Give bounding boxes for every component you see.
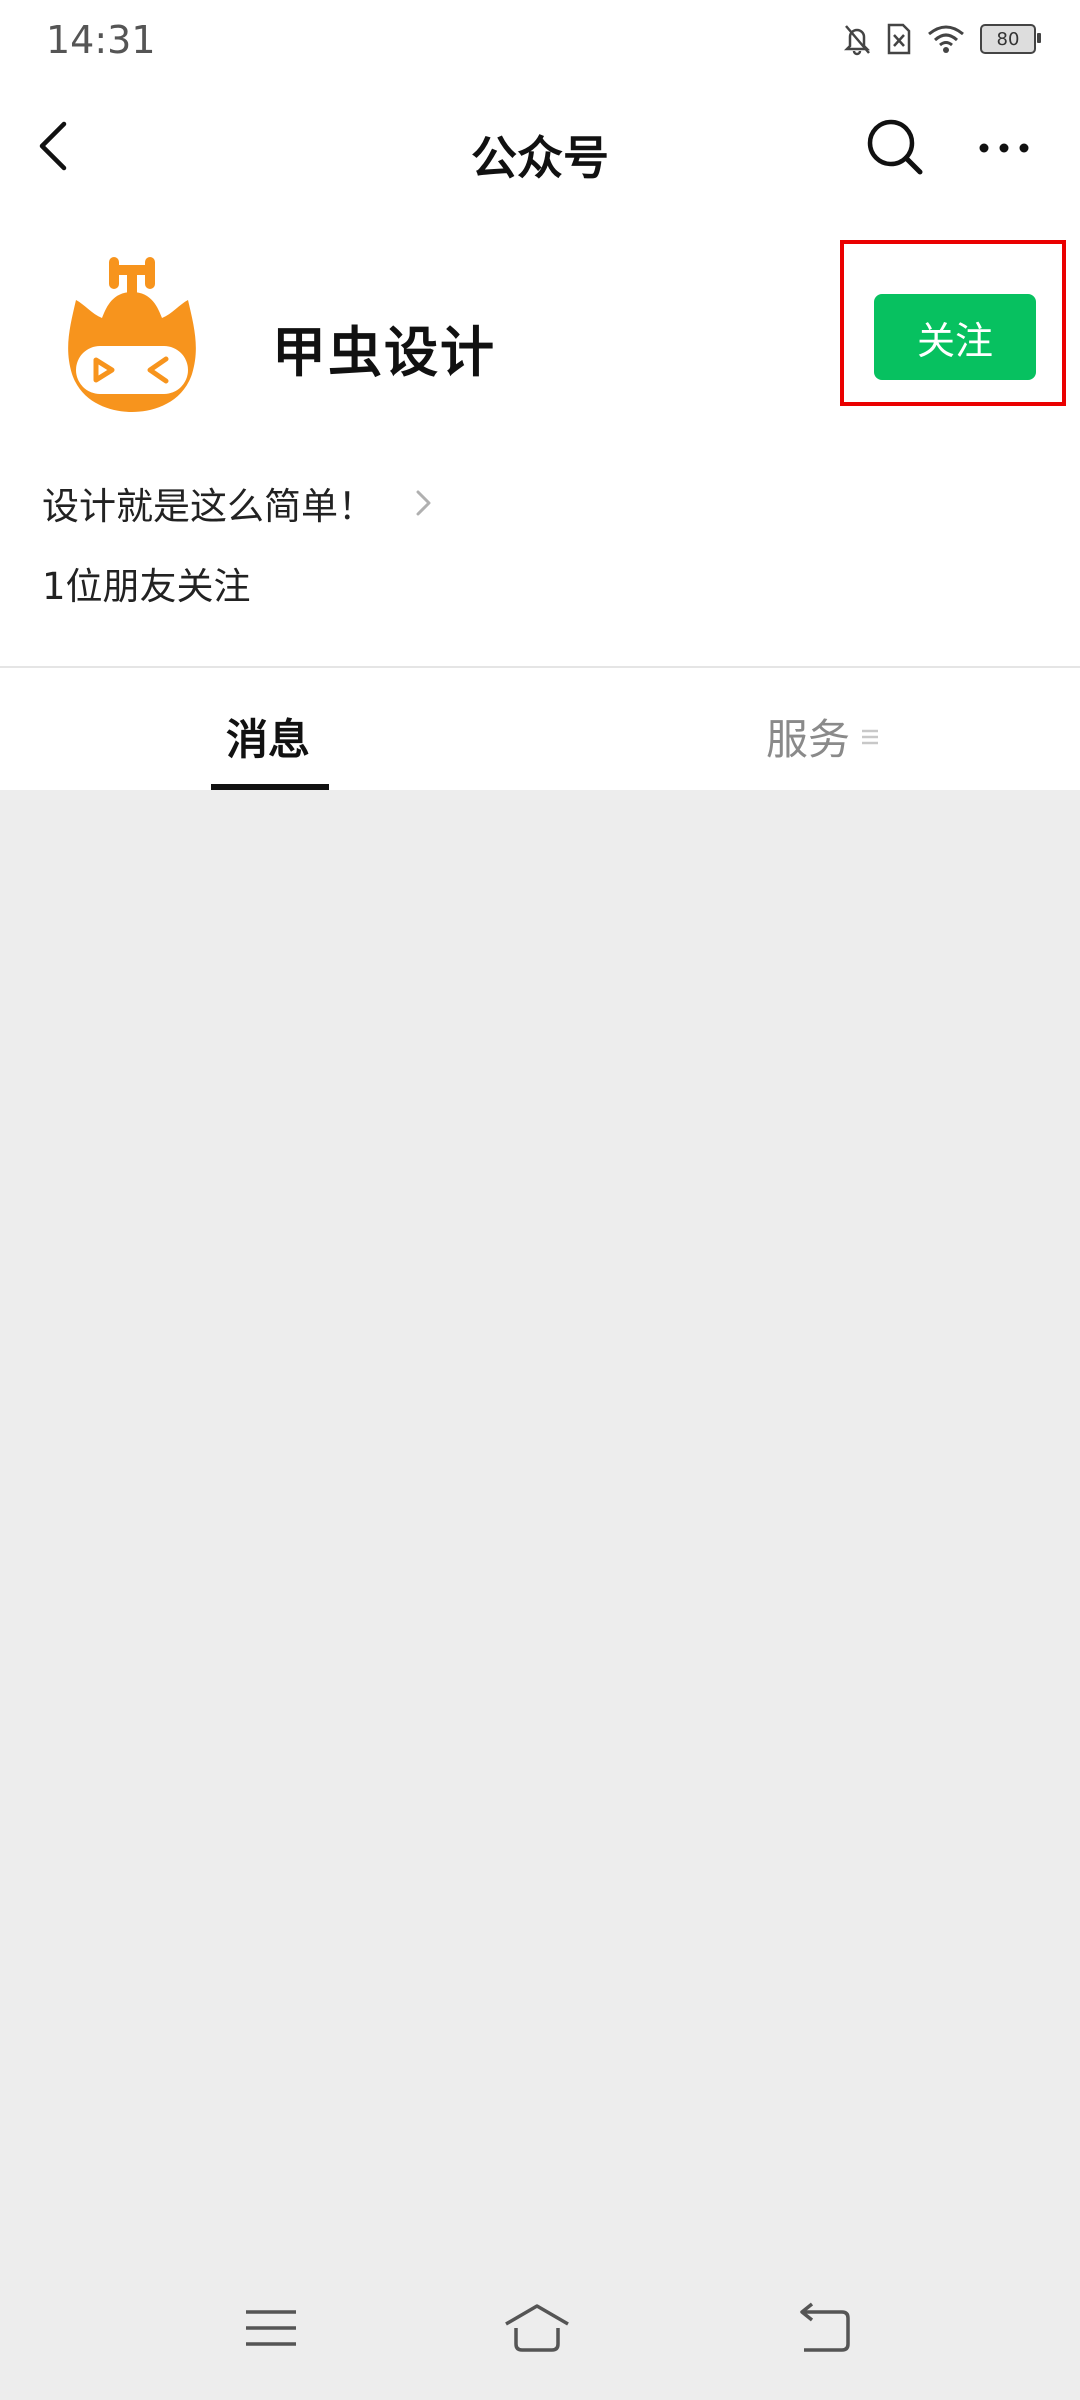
friends-following: 1位朋友关注 (42, 565, 251, 608)
wifi-icon (928, 25, 964, 53)
menu-icon[interactable] (236, 2298, 306, 2358)
follow-button[interactable]: 关注 (874, 294, 1036, 380)
home-icon[interactable] (502, 2298, 572, 2358)
tab-messages[interactable]: 消息 (226, 706, 310, 767)
chevron-right-icon (416, 490, 431, 516)
tab-services-label: 服务 (766, 715, 851, 764)
search-icon[interactable] (862, 114, 928, 180)
system-nav-bar (0, 2260, 1080, 2400)
status-icons: 80 (842, 22, 1041, 56)
nav-bar: 公众号 (0, 84, 1080, 216)
account-profile: 甲虫设计 关注 设计就是这么简单！ 1位朋友关注 (0, 216, 1080, 666)
status-time: 14:31 (46, 18, 156, 62)
tab-services[interactable]: 服务 (766, 706, 880, 767)
battery-icon: 80 (980, 24, 1041, 54)
menu-lines-icon (862, 729, 879, 744)
signature-row[interactable]: 设计就是这么简单！ (42, 476, 435, 530)
tab-bar: 消息 服务 (0, 668, 1080, 790)
account-name: 甲虫设计 (272, 321, 496, 384)
mute-bell-icon (843, 25, 871, 56)
account-signature: 设计就是这么简单！ (42, 485, 375, 528)
back-icon[interactable] (788, 2298, 858, 2358)
no-sim-icon (887, 23, 911, 55)
beetle-logo-avatar[interactable] (62, 256, 202, 416)
status-bar: 14:31 80 (0, 0, 1080, 84)
messages-content-area[interactable] (0, 790, 1080, 2260)
more-dots-icon[interactable] (974, 114, 1034, 180)
